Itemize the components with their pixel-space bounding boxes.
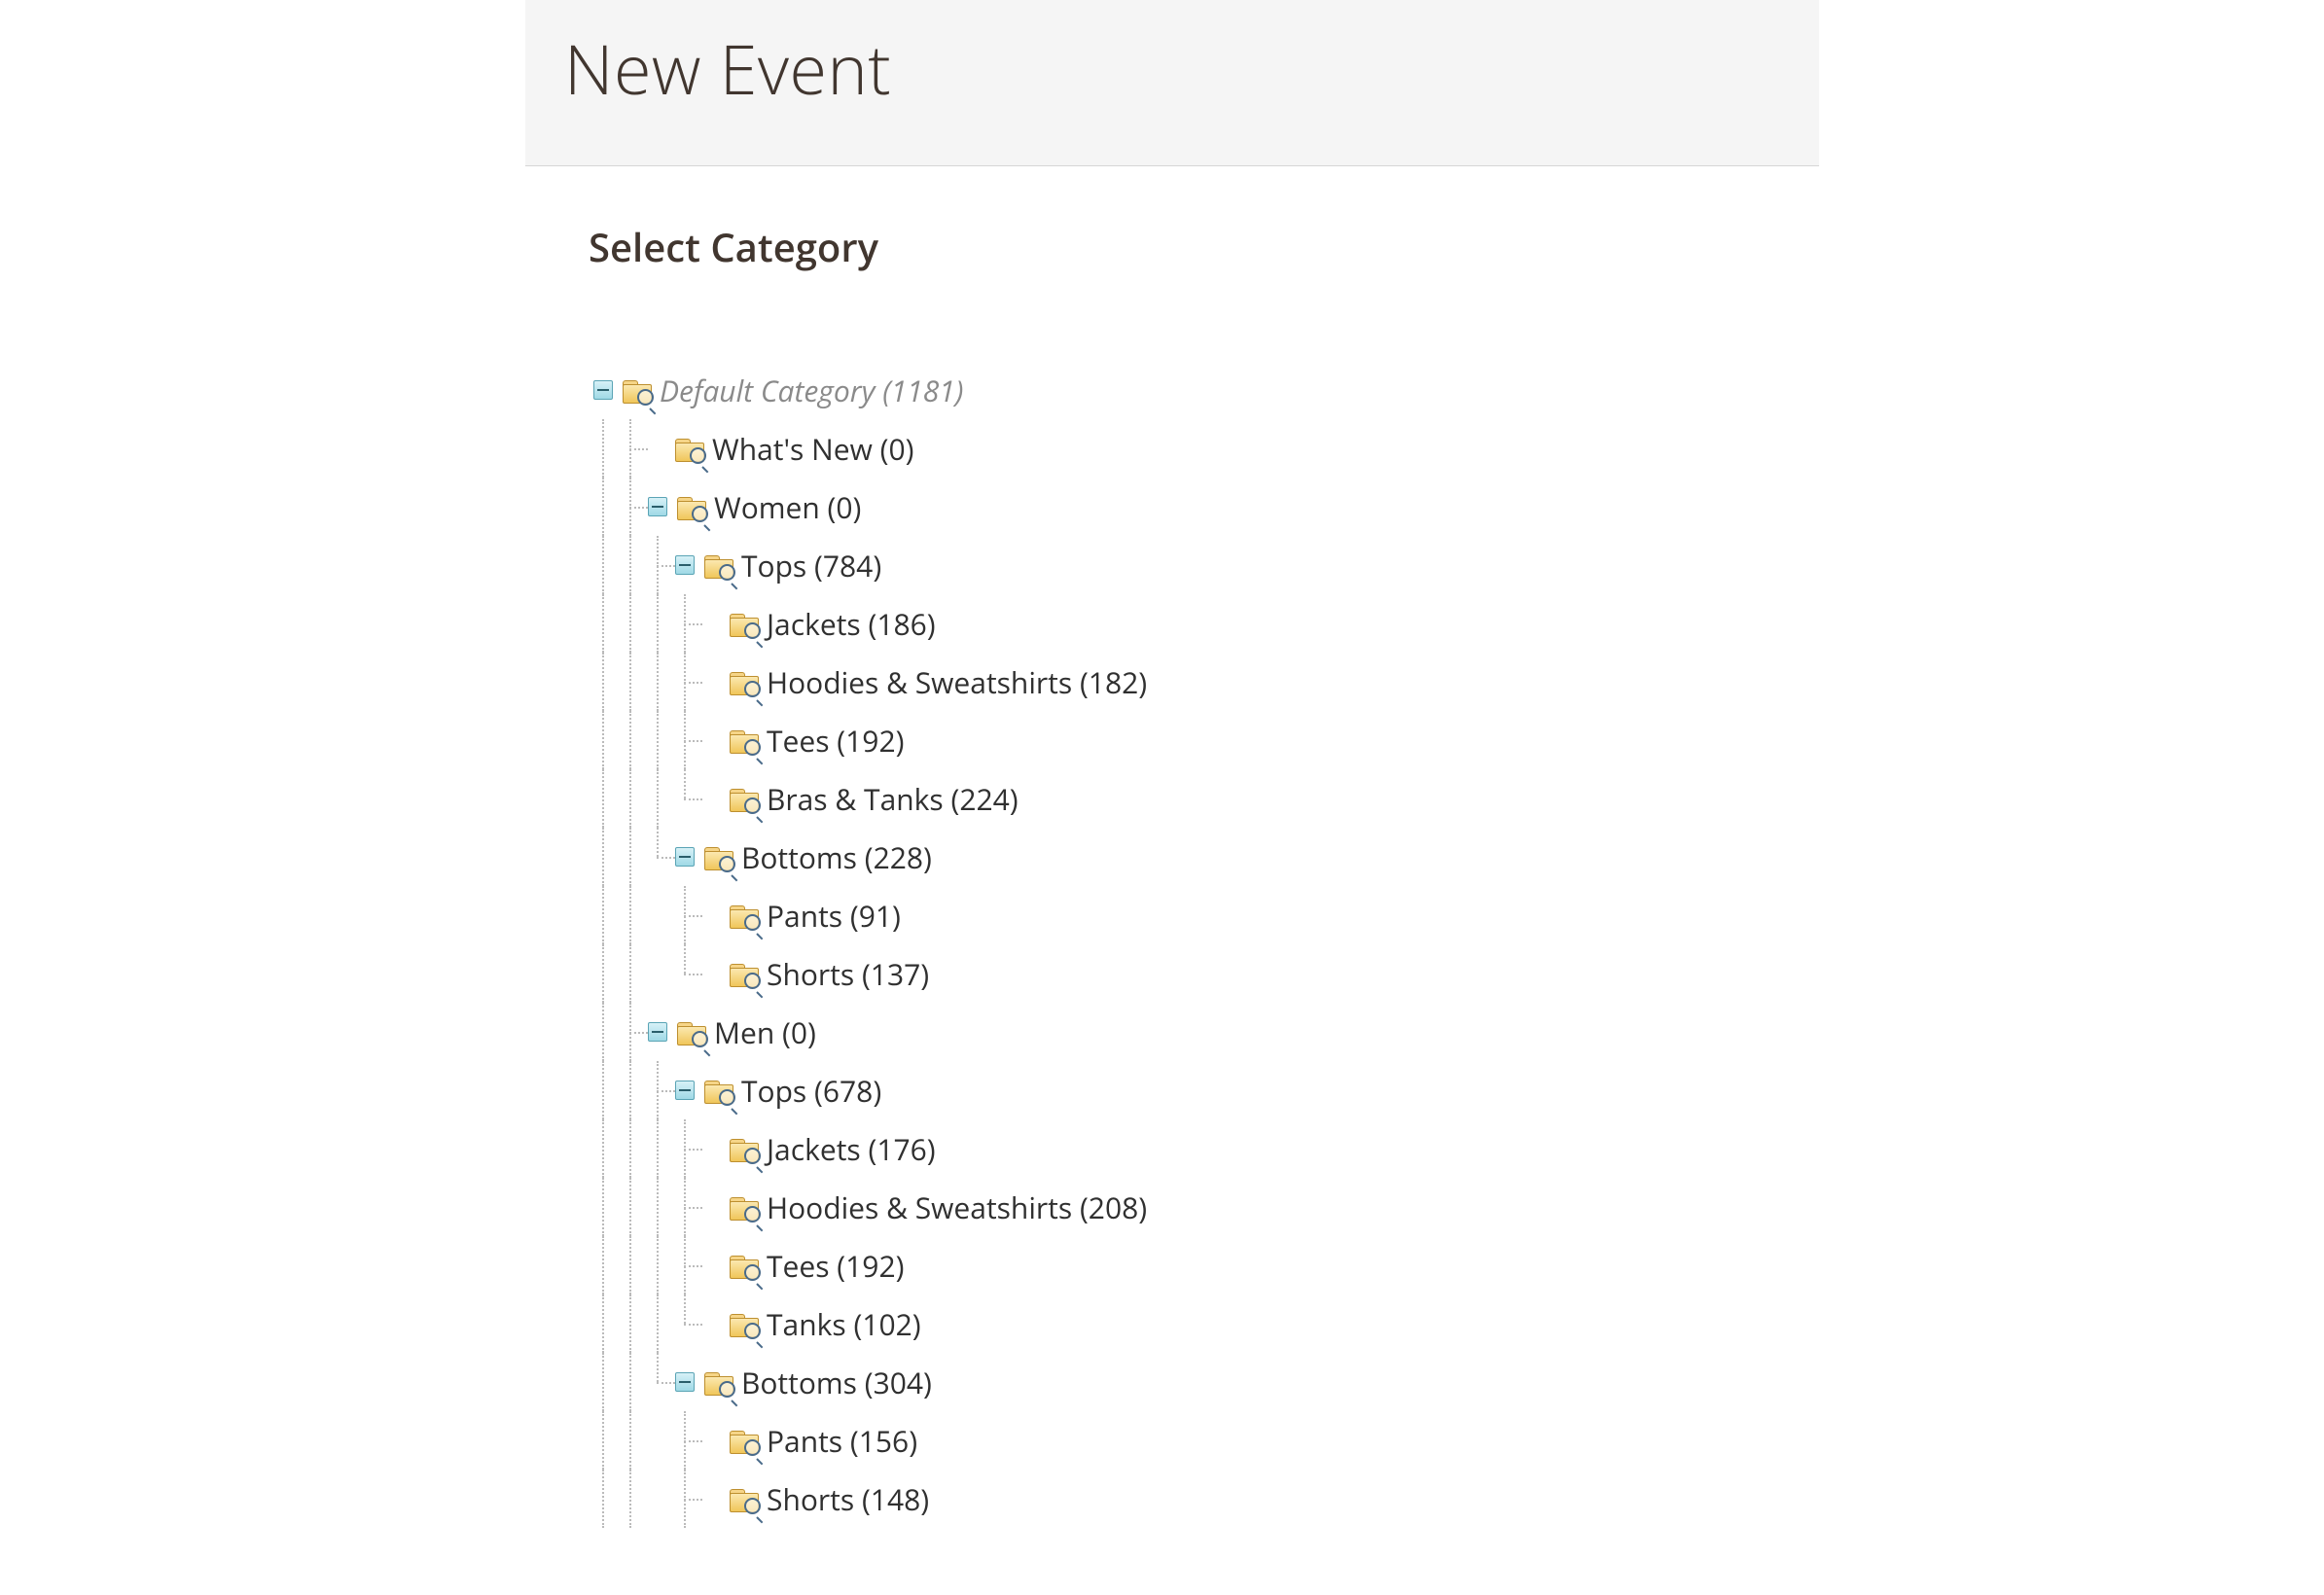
folder-icon (730, 1312, 759, 1335)
tree-item-label[interactable]: Pants (156) (767, 1421, 917, 1461)
tree-item-label[interactable]: Jackets (176) (767, 1129, 936, 1169)
folder-icon (730, 670, 759, 693)
folder-icon (704, 1079, 733, 1102)
tree-node-men-bottoms-shorts: Shorts (148) (593, 1470, 1819, 1528)
tree-node-men-tops-jackets: Jackets (176) (593, 1119, 1819, 1178)
tree-item-label[interactable]: Tops (678) (741, 1071, 881, 1111)
tree-item-label[interactable]: Tees (192) (767, 721, 904, 761)
tree-item-label[interactable]: Default Category (1181) (660, 371, 963, 410)
folder-icon (730, 612, 759, 635)
tree-item-label[interactable]: Men (0) (714, 1012, 816, 1052)
tree-node-men-bottoms-pants: Pants (156) (593, 1411, 1819, 1470)
folder-icon (623, 378, 652, 402)
tree-item-label[interactable]: Shorts (148) (767, 1479, 929, 1519)
expand-toggle-icon[interactable] (593, 380, 613, 400)
tree-node-men: Men (0) (593, 1003, 1819, 1061)
tree-item-label[interactable]: Jackets (186) (767, 604, 936, 644)
tree-node-men-tops: Tops (678) (593, 1061, 1819, 1119)
folder-icon (730, 1429, 759, 1452)
tree-node-men-tops-hoodies: Hoodies & Sweatshirts (208) (593, 1178, 1819, 1236)
tree-node-women-tops-tees: Tees (192) (593, 711, 1819, 769)
folder-icon (677, 495, 706, 518)
panel-header: New Event (525, 0, 1819, 166)
tree-node-women-tops-jackets: Jackets (186) (593, 594, 1819, 653)
tree-node-women-bottoms: Bottoms (228) (593, 828, 1819, 886)
tree-node-women-tops: Tops (784) (593, 536, 1819, 594)
tree-node-whats-new: What's New (0) (593, 419, 1819, 478)
page-title: New Event (564, 21, 1780, 115)
tree-item-label[interactable]: What's New (0) (712, 429, 913, 469)
tree-node-default-category: Default Category (1181) (593, 361, 1819, 419)
tree-node-men-tops-tees: Tees (192) (593, 1236, 1819, 1294)
folder-icon (730, 1487, 759, 1510)
tree-node-women-bottoms-pants: Pants (91) (593, 886, 1819, 944)
tree-node-women-tops-hoodies: Hoodies & Sweatshirts (182) (593, 653, 1819, 711)
tree-item-label[interactable]: Hoodies & Sweatshirts (182) (767, 662, 1147, 702)
folder-icon (730, 1254, 759, 1277)
tree-item-label[interactable]: Shorts (137) (767, 954, 929, 994)
tree-item-label[interactable]: Hoodies & Sweatshirts (208) (767, 1187, 1147, 1227)
expand-toggle-icon[interactable] (648, 1022, 667, 1042)
folder-icon (675, 437, 704, 460)
folder-icon (730, 1195, 759, 1219)
new-event-panel: New Event Select Category Default Catego… (525, 0, 1819, 1528)
folder-icon (730, 1137, 759, 1160)
tree-item-label[interactable]: Women (0) (714, 487, 861, 527)
tree-item-label[interactable]: Bottoms (304) (741, 1363, 932, 1402)
folder-icon (730, 728, 759, 752)
expand-toggle-icon[interactable] (675, 1372, 695, 1392)
folder-icon (730, 962, 759, 985)
folder-icon (677, 1020, 706, 1044)
tree-node-women-bottoms-shorts: Shorts (137) (593, 944, 1819, 1003)
expand-toggle-icon[interactable] (675, 555, 695, 575)
expand-toggle-icon[interactable] (648, 497, 667, 516)
tree-item-label[interactable]: Tanks (102) (767, 1304, 921, 1344)
tree-node-women: Women (0) (593, 478, 1819, 536)
tree-node-men-tops-tanks: Tanks (102) (593, 1294, 1819, 1353)
folder-icon (730, 787, 759, 810)
tree-item-label[interactable]: Tops (784) (741, 546, 881, 585)
tree-item-label[interactable]: Pants (91) (767, 896, 901, 936)
tree-item-label[interactable]: Bottoms (228) (741, 837, 932, 877)
expand-toggle-icon[interactable] (675, 1081, 695, 1100)
tree-node-women-tops-bras: Bras & Tanks (224) (593, 769, 1819, 828)
expand-toggle-icon[interactable] (675, 847, 695, 867)
tree-item-label[interactable]: Bras & Tanks (224) (767, 779, 1019, 819)
folder-icon (704, 845, 733, 868)
tree-node-men-bottoms: Bottoms (304) (593, 1353, 1819, 1411)
folder-icon (730, 904, 759, 927)
tree-item-label[interactable]: Tees (192) (767, 1246, 904, 1286)
folder-icon (704, 553, 733, 577)
section-title: Select Category (589, 220, 1819, 273)
category-tree: Default Category (1181) What's New (0) W… (593, 361, 1819, 1528)
folder-icon (704, 1370, 733, 1394)
